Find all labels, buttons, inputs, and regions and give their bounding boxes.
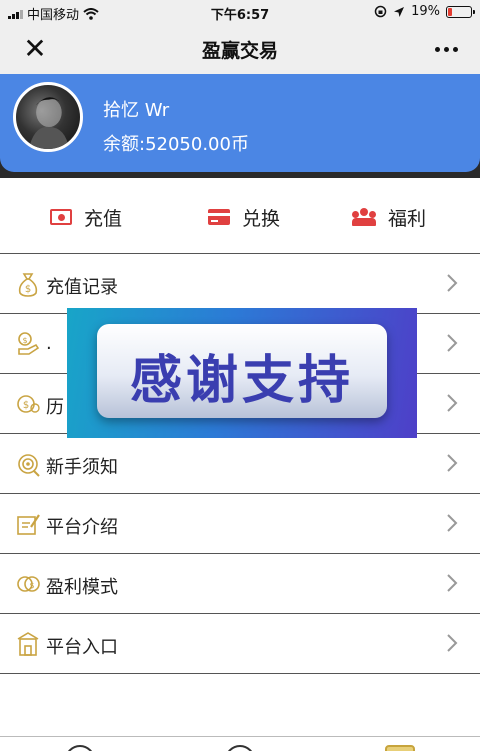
list-item-recharge-records[interactable]: $ 充值记录 (0, 254, 480, 314)
battery-level (448, 7, 452, 16)
list-item-profit-model[interactable]: $ 盈利模式 (0, 554, 480, 614)
list-item-platform-intro[interactable]: 平台介绍 (0, 494, 480, 554)
building-icon (17, 632, 39, 656)
chevron-right-icon (447, 394, 458, 412)
recharge-button[interactable]: 充值 (50, 202, 122, 232)
note-icon (17, 514, 40, 535)
page-title: 盈赢交易 (201, 40, 278, 62)
chevron-right-icon (447, 274, 458, 292)
chevron-right-icon (447, 634, 458, 652)
profile-card: 拾忆 Wr 余额:52050.00币 (0, 74, 480, 172)
banner-text: 感谢支持 (129, 351, 354, 411)
avatar-photo-icon (28, 97, 70, 149)
money-bag-icon: $ (18, 273, 38, 297)
users-icon (352, 208, 376, 226)
status-bar: 中国移动 下午6:57 19% (0, 0, 480, 24)
nav-bar: ✕ 盈赢交易 (0, 24, 480, 74)
banner-plate: 感谢支持 (97, 324, 387, 418)
svg-text:$: $ (22, 336, 27, 345)
coin-hand-icon: $ (18, 332, 40, 355)
quick-actions: 充值 兑换 福利 (0, 178, 480, 254)
battery-icon (446, 5, 475, 18)
list-item-label: 平台入口 (46, 637, 118, 658)
svg-text:$: $ (29, 581, 34, 590)
chevron-right-icon (447, 514, 458, 532)
user-name: 拾忆 Wr (103, 100, 170, 121)
list-item-label: 充值记录 (46, 277, 118, 298)
chevron-right-icon (447, 454, 458, 472)
orientation-lock-icon (374, 5, 387, 18)
tab-mine-icon[interactable] (385, 745, 415, 751)
list-item-label: 盈利模式 (46, 577, 118, 598)
card-icon (208, 209, 230, 225)
recharge-label: 充值 (84, 207, 123, 230)
exchange-label: 兑换 (242, 207, 281, 230)
profile-section: 拾忆 Wr 余额:52050.00币 (0, 74, 480, 178)
list-item-label: . (46, 333, 52, 354)
more-icon[interactable] (426, 34, 466, 64)
tab-home-icon[interactable] (65, 745, 95, 751)
avatar[interactable] (13, 82, 83, 152)
chevron-right-icon (447, 334, 458, 352)
list-item-beginner-guide[interactable]: 新手须知 (0, 434, 480, 494)
list-item-label: 历 (46, 397, 64, 418)
location-icon (394, 6, 405, 17)
coins-icon: $ (17, 576, 40, 592)
welfare-button[interactable]: 福利 (352, 202, 426, 232)
list-item-label: 平台介绍 (46, 517, 118, 538)
status-right: 19% (374, 4, 475, 19)
bottom-tab-bar (0, 736, 480, 751)
money-icon (50, 209, 72, 225)
svg-text:$: $ (23, 400, 29, 411)
history-icon: $ (17, 395, 40, 413)
chevron-right-icon (447, 574, 458, 592)
list-item-platform-entry[interactable]: 平台入口 (0, 614, 480, 674)
svg-text:$: $ (25, 284, 31, 295)
tab-trade-icon[interactable] (225, 745, 255, 751)
list-item-label: 新手须知 (46, 457, 118, 478)
battery-percent: 19% (411, 4, 440, 19)
target-icon (18, 454, 40, 477)
exchange-button[interactable]: 兑换 (208, 202, 280, 232)
balance-text: 余额:52050.00币 (103, 134, 249, 155)
welfare-label: 福利 (388, 207, 427, 230)
thanks-banner: 感谢支持 (67, 308, 417, 438)
